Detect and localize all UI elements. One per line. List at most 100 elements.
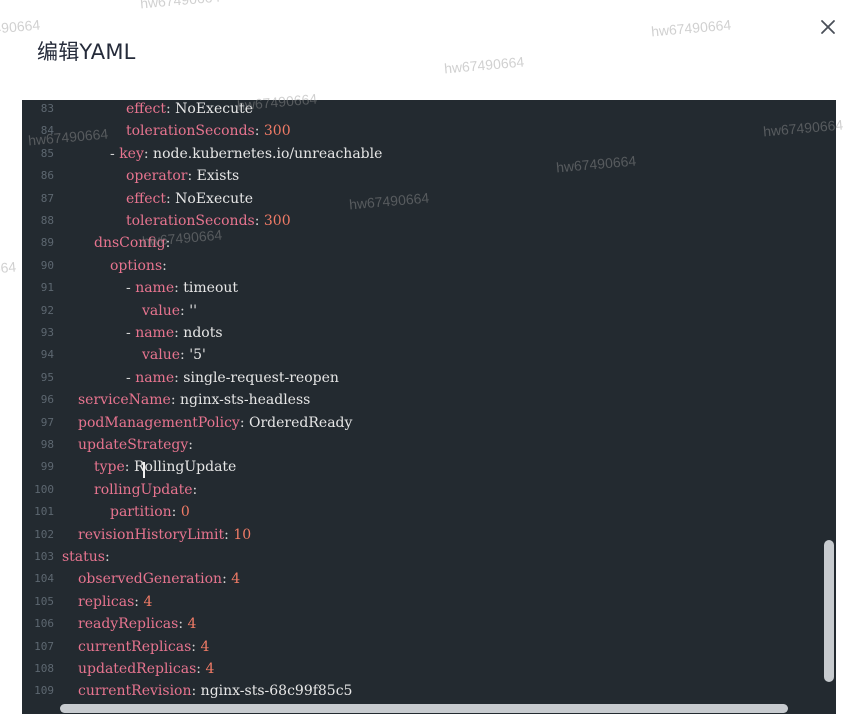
yaml-value: Exists [196,168,240,185]
dialog-title: 编辑YAML [37,40,136,64]
yaml-value: NoExecute [175,101,254,117]
code-line: 96 serviceName: nginx-sts-headless [22,389,812,411]
code-line: 109 currentRevision: nginx-sts-68c99f85c5 [22,680,812,702]
line-content: tolerationSeconds: 300 [126,120,291,142]
colon: : [187,168,197,185]
line-number: 93 [40,326,54,339]
yaml-key: status [62,549,105,565]
yaml-value: 4 [231,571,241,588]
line-content: - name: single-request-reopen [126,367,339,389]
yaml-key: name [135,369,175,386]
colon: : [174,369,184,386]
line-content: effect: NoExecute [126,188,253,210]
yaml-key: currentReplicas [78,638,192,655]
line-content: observedGeneration: 4 [78,568,240,590]
colon: : [143,145,154,162]
line-number: 99 [40,460,54,474]
line-number: 97 [40,415,54,429]
yaml-key: replicas [78,593,135,610]
colon: : [104,549,115,565]
code-line: 106 readyReplicas: 4 [22,613,812,635]
colon: : [254,213,264,229]
code-line: 108 updatedReplicas: 4 [22,658,812,680]
horizontal-scrollbar[interactable] [60,704,788,713]
line-content: effect: NoExecute [126,100,253,120]
watermark: hw67490664 [650,16,732,40]
colon: : [224,526,234,543]
watermark: hw67490664 [139,0,221,12]
yaml-key: name [135,325,175,341]
watermark: hw67490664 [0,258,17,282]
line-number: 100 [34,482,54,496]
line-number: 95 [40,370,54,384]
line-content: updatedReplicas: 4 [78,658,214,680]
yaml-key: updatedReplicas [78,661,197,677]
line-content: dnsConfig: [94,232,175,254]
line-number: 88 [40,214,54,227]
line-number: 94 [40,348,54,362]
yaml-value: 300 [263,213,291,229]
yaml-value: OrderedReady [249,414,353,431]
list-dash: - [110,145,120,162]
yaml-key: currentRevision [78,683,192,700]
code-line: 83 effect: NoExecute [22,100,812,120]
yaml-value: nginx-sts-headless [180,392,311,409]
yaml-value: 0 [180,504,190,521]
yaml-key: operator [126,168,188,185]
code-line: 104 observedGeneration: 4 [22,568,812,590]
line-number: 90 [40,258,54,272]
yaml-code-editor[interactable]: 83 effect: NoExecute 84 tolerationSeconds: … [22,100,836,714]
yaml-value: nginx-sts-68c99f85c5 [200,683,353,700]
line-content: currentRevision: nginx-sts-68c99f85c5 [78,680,352,702]
yaml-key: tolerationSeconds [126,123,255,140]
yaml-value: 4 [205,661,215,677]
code-line: 101 partition: 0 [22,501,812,523]
code-lines: 83 effect: NoExecute 84 tolerationSeconds: … [22,100,820,714]
yaml-value: single-request-reopen [183,369,339,386]
colon: : [165,235,175,252]
colon: : [192,481,202,498]
colon: : [165,190,176,207]
colon: : [180,347,190,364]
line-content: - name: timeout [126,277,238,299]
list-dash: - [126,325,136,341]
code-line: 98 updateStrategy: [22,434,812,456]
colon: : [162,257,172,274]
text-cursor [143,462,145,478]
yaml-value: 4 [200,638,210,655]
code-line: 102 revisionHistoryLimit: 10 [22,524,812,546]
line-content: value: '' [142,300,197,322]
yaml-key: name [135,280,175,297]
watermark: hw67490664 [443,53,525,77]
code-line: 88 tolerationSeconds: 300 [22,210,812,232]
line-content: readyReplicas: 4 [78,613,196,635]
code-line: 107 currentReplicas: 4 [22,636,812,658]
vertical-scrollbar[interactable] [824,540,834,682]
yaml-key: effect [126,101,166,117]
code-line: 105 replicas: 4 [22,591,812,613]
colon: : [239,414,250,431]
line-content: type: RollingUpdate [94,456,236,478]
yaml-key: type [94,459,125,476]
line-number: 96 [40,393,54,407]
code-line: 93 - name: ndots [22,322,812,344]
line-number: 83 [40,102,54,115]
yaml-key: value [142,347,181,364]
line-number: 89 [40,236,54,250]
code-line: 91 - name: timeout [22,277,812,299]
colon: : [180,302,190,319]
yaml-key: updateStrategy [78,437,189,453]
yaml-value: 10 [233,526,252,543]
line-content: - key: node.kubernetes.io/unreachable [110,143,382,165]
colon: : [222,571,232,588]
yaml-value: NoExecute [175,190,254,207]
line-number: 91 [40,281,54,295]
yaml-key: revisionHistoryLimit [78,526,225,543]
list-dash: - [126,369,136,386]
line-number: 85 [40,146,54,160]
close-icon[interactable] [814,13,842,41]
yaml-key: podManagementPolicy [78,414,240,431]
yaml-value: RollingUpdate [133,459,237,476]
code-line: 84 tolerationSeconds: 300 [22,120,812,142]
yaml-key: options [110,257,163,274]
